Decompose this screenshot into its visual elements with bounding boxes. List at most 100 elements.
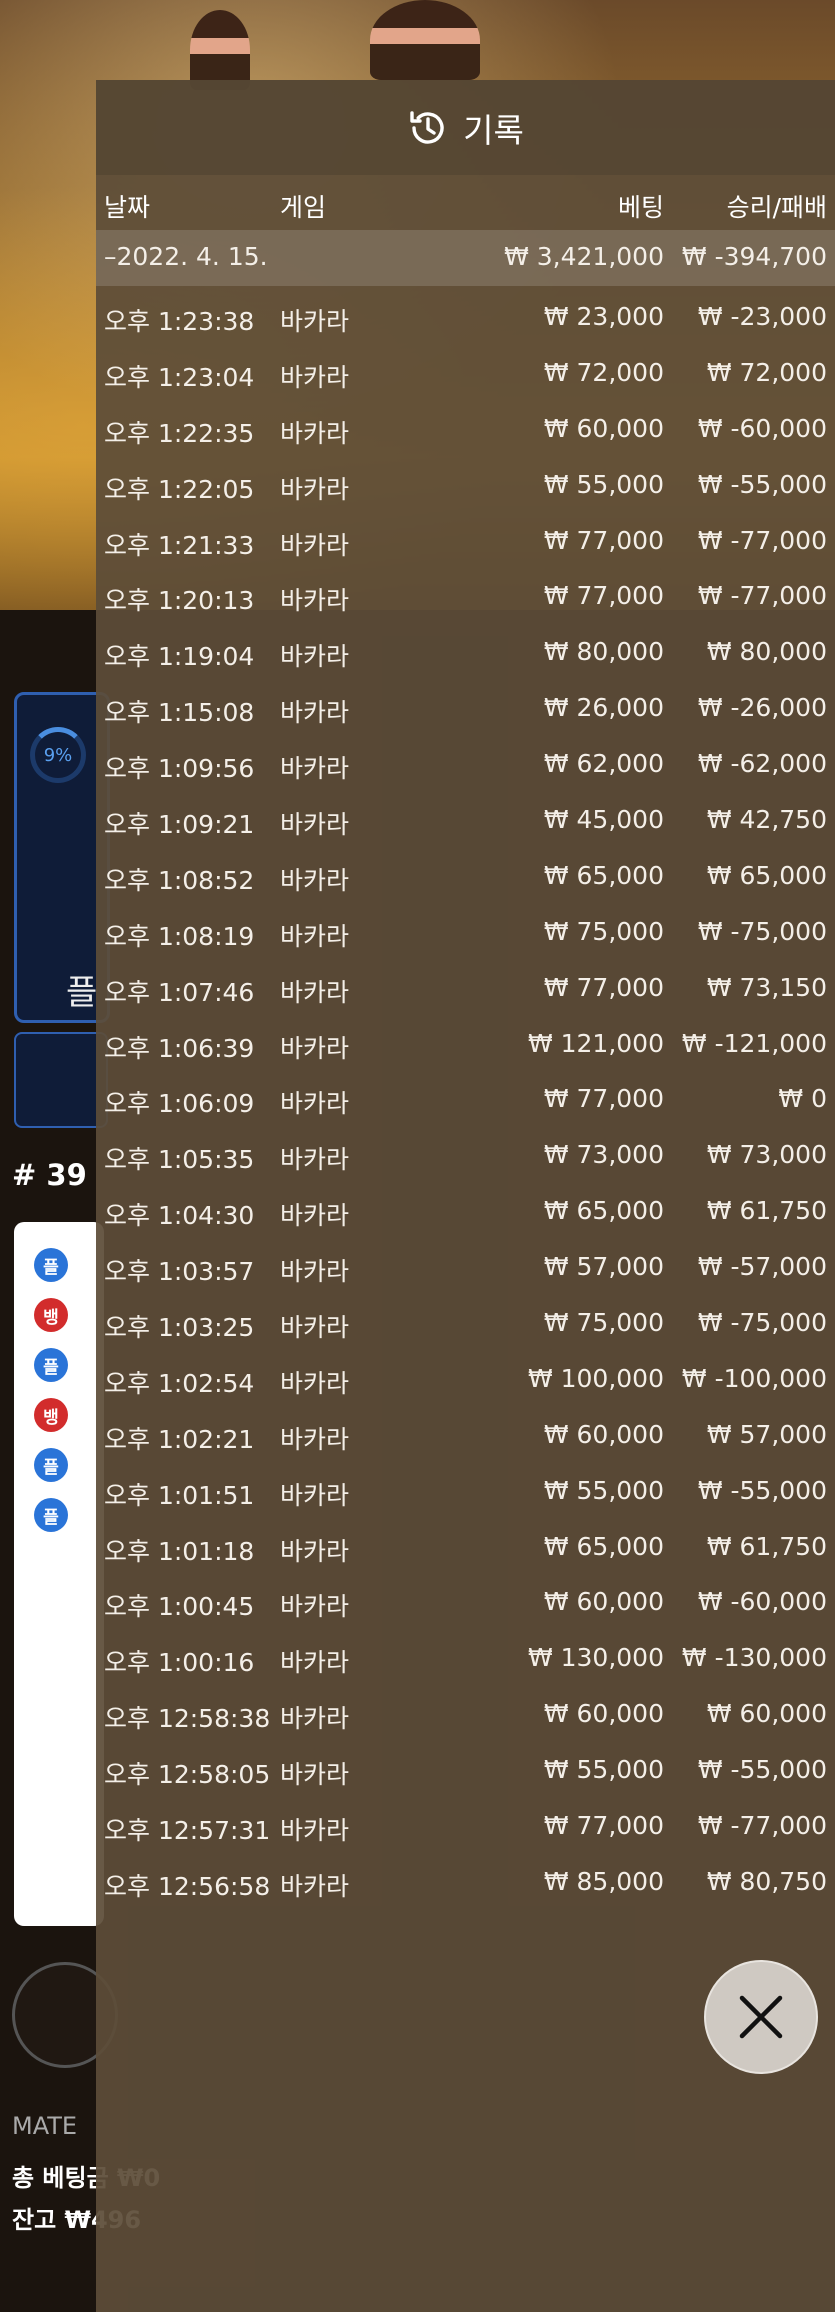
- dealer-image: [370, 0, 480, 80]
- history-row[interactable]: 오후 1:21:33 바카라 ₩ 77,000 ₩ -77,000: [96, 526, 835, 582]
- row-result: ₩ 60,000: [706, 1699, 827, 1729]
- row-bet: ₩ 65,000: [543, 1531, 664, 1561]
- row-bet: ₩ 55,000: [543, 1475, 664, 1505]
- row-result: ₩ 80,750: [706, 1866, 827, 1896]
- row-time: 오후 1:22:35: [104, 418, 255, 448]
- row-result: ₩ -77,000: [697, 525, 827, 555]
- history-row[interactable]: 오후 1:06:39 바카라 ₩ 121,000 ₩ -121,000: [96, 1029, 835, 1085]
- row-bet: ₩ 26,000: [543, 693, 664, 723]
- history-row[interactable]: 오후 1:02:21 바카라 ₩ 60,000 ₩ 57,000: [96, 1420, 835, 1476]
- history-row[interactable]: 오후 1:23:38 바카라 ₩ 23,000 ₩ -23,000: [96, 302, 835, 358]
- history-row[interactable]: 오후 1:15:08 바카라 ₩ 26,000 ₩ -26,000: [96, 693, 835, 749]
- history-row[interactable]: 오후 1:01:51 바카라 ₩ 55,000 ₩ -55,000: [96, 1476, 835, 1532]
- row-game: 바카라: [280, 754, 350, 784]
- row-time: 오후 1:07:46: [104, 977, 255, 1007]
- row-game: 바카라: [280, 1480, 350, 1510]
- banker-marker: 뱅: [34, 1398, 68, 1432]
- history-row[interactable]: 오후 1:19:04 바카라 ₩ 80,000 ₩ 80,000: [96, 637, 835, 693]
- history-row[interactable]: 오후 1:01:18 바카라 ₩ 65,000 ₩ 61,750: [96, 1532, 835, 1588]
- history-row[interactable]: 오후 1:00:45 바카라 ₩ 60,000 ₩ -60,000: [96, 1587, 835, 1643]
- row-result: ₩ -100,000: [681, 1363, 827, 1393]
- history-row[interactable]: 오후 1:23:04 바카라 ₩ 72,000 ₩ 72,000: [96, 358, 835, 414]
- history-row[interactable]: 오후 12:57:31 바카라 ₩ 77,000 ₩ -77,000: [96, 1811, 835, 1867]
- row-game: 바카라: [280, 977, 350, 1007]
- row-bet: ₩ 57,000: [543, 1252, 664, 1282]
- row-bet: ₩ 65,000: [543, 1196, 664, 1226]
- bet-spot-panel-secondary[interactable]: [14, 1032, 108, 1128]
- progress-ring: 9%: [30, 727, 86, 783]
- row-result: ₩ 73,150: [706, 972, 827, 1002]
- row-game: 바카라: [280, 1368, 350, 1398]
- row-game: 바카라: [280, 1816, 350, 1846]
- row-game: 바카라: [280, 698, 350, 728]
- row-game: 바카라: [280, 1536, 350, 1566]
- row-time: 오후 1:00:45: [104, 1592, 255, 1622]
- history-row[interactable]: 오후 1:07:46 바카라 ₩ 77,000 ₩ 73,150: [96, 973, 835, 1029]
- row-time: 오후 1:01:18: [104, 1536, 255, 1566]
- row-result: ₩ 72,000: [706, 357, 827, 387]
- history-row[interactable]: 오후 1:06:09 바카라 ₩ 77,000 ₩ 0: [96, 1084, 835, 1140]
- history-row[interactable]: 오후 1:00:16 바카라 ₩ 130,000 ₩ -130,000: [96, 1643, 835, 1699]
- player-marker: 플: [34, 1348, 68, 1382]
- row-result: ₩ -77,000: [697, 1811, 827, 1841]
- row-game: 바카라: [280, 530, 350, 560]
- row-bet: ₩ 130,000: [527, 1643, 664, 1673]
- row-bet: ₩ 100,000: [527, 1363, 664, 1393]
- row-time: 오후 12:57:31: [104, 1816, 271, 1846]
- summary-bet: ₩ 3,421,000: [504, 242, 664, 271]
- row-time: 오후 1:02:21: [104, 1424, 255, 1454]
- row-bet: ₩ 75,000: [543, 1308, 664, 1338]
- row-game: 바카라: [280, 921, 350, 951]
- history-row[interactable]: 오후 12:58:05 바카라 ₩ 55,000 ₩ -55,000: [96, 1755, 835, 1811]
- history-row[interactable]: 오후 1:08:19 바카라 ₩ 75,000 ₩ -75,000: [96, 917, 835, 973]
- row-bet: ₩ 60,000: [543, 413, 664, 443]
- row-game: 바카라: [280, 865, 350, 895]
- row-bet: ₩ 121,000: [527, 1028, 664, 1058]
- row-result: ₩ -55,000: [697, 1475, 827, 1505]
- row-result: ₩ -23,000: [697, 302, 827, 331]
- row-game: 바카라: [280, 1704, 350, 1734]
- date-summary-row[interactable]: –2022. 4. 15. ₩ 3,421,000 ₩ -394,700: [96, 230, 835, 286]
- row-bet: ₩ 60,000: [543, 1699, 664, 1729]
- row-time: 오후 1:03:25: [104, 1313, 255, 1343]
- history-list: 오후 1:23:38 바카라 ₩ 23,000 ₩ -23,000 오후 1:23:04…: [96, 302, 835, 1923]
- history-row[interactable]: 오후 1:20:13 바카라 ₩ 77,000 ₩ -77,000: [96, 581, 835, 637]
- row-bet: ₩ 77,000: [543, 972, 664, 1002]
- row-result: ₩ -26,000: [697, 693, 827, 723]
- row-result: ₩ -130,000: [681, 1643, 827, 1673]
- history-row[interactable]: 오후 1:02:54 바카라 ₩ 100,000 ₩ -100,000: [96, 1364, 835, 1420]
- road-map-board: 플 뱅 플 뱅 플 플: [14, 1222, 104, 1926]
- row-result: ₩ 0: [778, 1084, 827, 1114]
- history-row[interactable]: 오후 1:09:21 바카라 ₩ 45,000 ₩ 42,750: [96, 805, 835, 861]
- mate-text: MATE: [12, 2112, 78, 2140]
- row-game: 바카라: [280, 1201, 350, 1231]
- row-bet: ₩ 77,000: [543, 581, 664, 611]
- row-game: 바카라: [280, 1424, 350, 1454]
- row-result: ₩ -60,000: [697, 1587, 827, 1617]
- row-game: 바카라: [280, 1592, 350, 1622]
- history-row[interactable]: 오후 1:03:57 바카라 ₩ 57,000 ₩ -57,000: [96, 1252, 835, 1308]
- row-bet: ₩ 73,000: [543, 1140, 664, 1170]
- column-header-bet: 베팅: [617, 193, 664, 222]
- row-game: 바카라: [280, 1313, 350, 1343]
- history-row[interactable]: 오후 1:05:35 바카라 ₩ 73,000 ₩ 73,000: [96, 1140, 835, 1196]
- row-game: 바카라: [280, 418, 350, 448]
- row-bet: ₩ 85,000: [543, 1866, 664, 1896]
- row-time: 오후 1:02:54: [104, 1368, 255, 1398]
- row-time: 오후 1:05:35: [104, 1145, 255, 1175]
- history-row[interactable]: 오후 1:09:56 바카라 ₩ 62,000 ₩ -62,000: [96, 749, 835, 805]
- history-row[interactable]: 오후 1:22:35 바카라 ₩ 60,000 ₩ -60,000: [96, 414, 835, 470]
- close-button[interactable]: [704, 1960, 818, 2074]
- row-result: ₩ 61,750: [706, 1531, 827, 1561]
- row-result: ₩ -77,000: [697, 581, 827, 611]
- history-row[interactable]: 오후 1:22:05 바카라 ₩ 55,000 ₩ -55,000: [96, 470, 835, 526]
- history-row[interactable]: 오후 1:03:25 바카라 ₩ 75,000 ₩ -75,000: [96, 1308, 835, 1364]
- row-bet: ₩ 55,000: [543, 1755, 664, 1785]
- history-row[interactable]: 오후 12:56:58 바카라 ₩ 85,000 ₩ 80,750: [96, 1867, 835, 1923]
- history-row[interactable]: 오후 1:04:30 바카라 ₩ 65,000 ₩ 61,750: [96, 1196, 835, 1252]
- history-row[interactable]: 오후 1:08:52 바카라 ₩ 65,000 ₩ 65,000: [96, 861, 835, 917]
- history-row[interactable]: 오후 12:58:38 바카라 ₩ 60,000 ₩ 60,000: [96, 1699, 835, 1755]
- row-bet: ₩ 77,000: [543, 1811, 664, 1841]
- row-time: 오후 1:23:04: [104, 362, 255, 392]
- row-time: 오후 1:15:08: [104, 698, 255, 728]
